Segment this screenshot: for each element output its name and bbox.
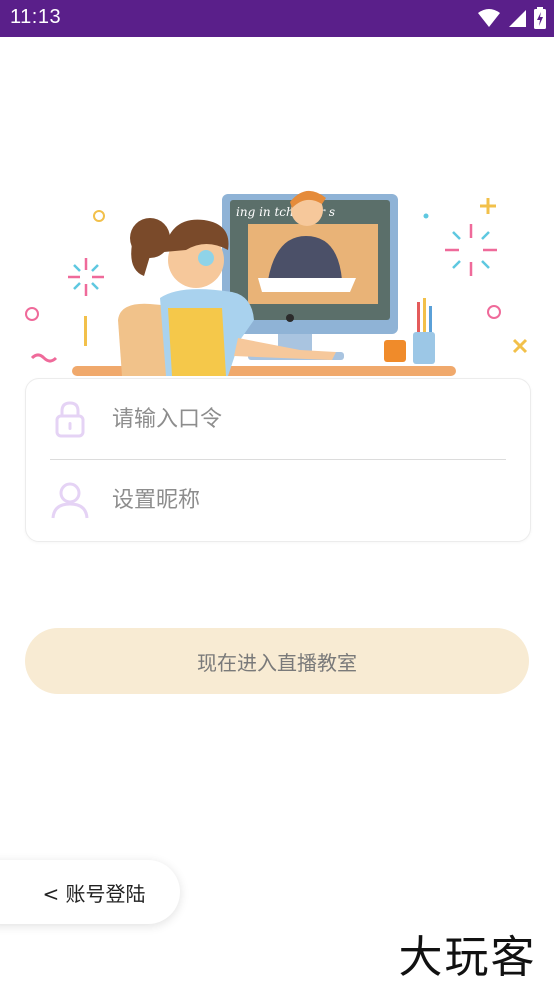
wifi-icon [478,9,500,27]
enter-classroom-button[interactable]: 现在进入直播教室 [25,628,529,694]
nickname-row [26,460,530,540]
signal-icon [509,10,526,27]
nickname-input[interactable] [112,480,492,520]
battery-charging-icon [534,7,546,29]
user-icon [51,482,89,519]
lock-icon [55,401,85,438]
account-login-label: < 账号登陆 [42,881,146,906]
hero-illustration: ing in tch your s [25,190,528,376]
brand-logo: 大玩客 [398,931,537,983]
status-bar: 11:13 [0,0,554,37]
status-icons [478,6,546,30]
login-form-card [25,378,531,542]
account-login-button[interactable]: < 账号登陆 [0,860,180,924]
status-time: 11:13 [10,6,62,28]
password-row [26,379,530,459]
password-input[interactable] [112,399,492,439]
